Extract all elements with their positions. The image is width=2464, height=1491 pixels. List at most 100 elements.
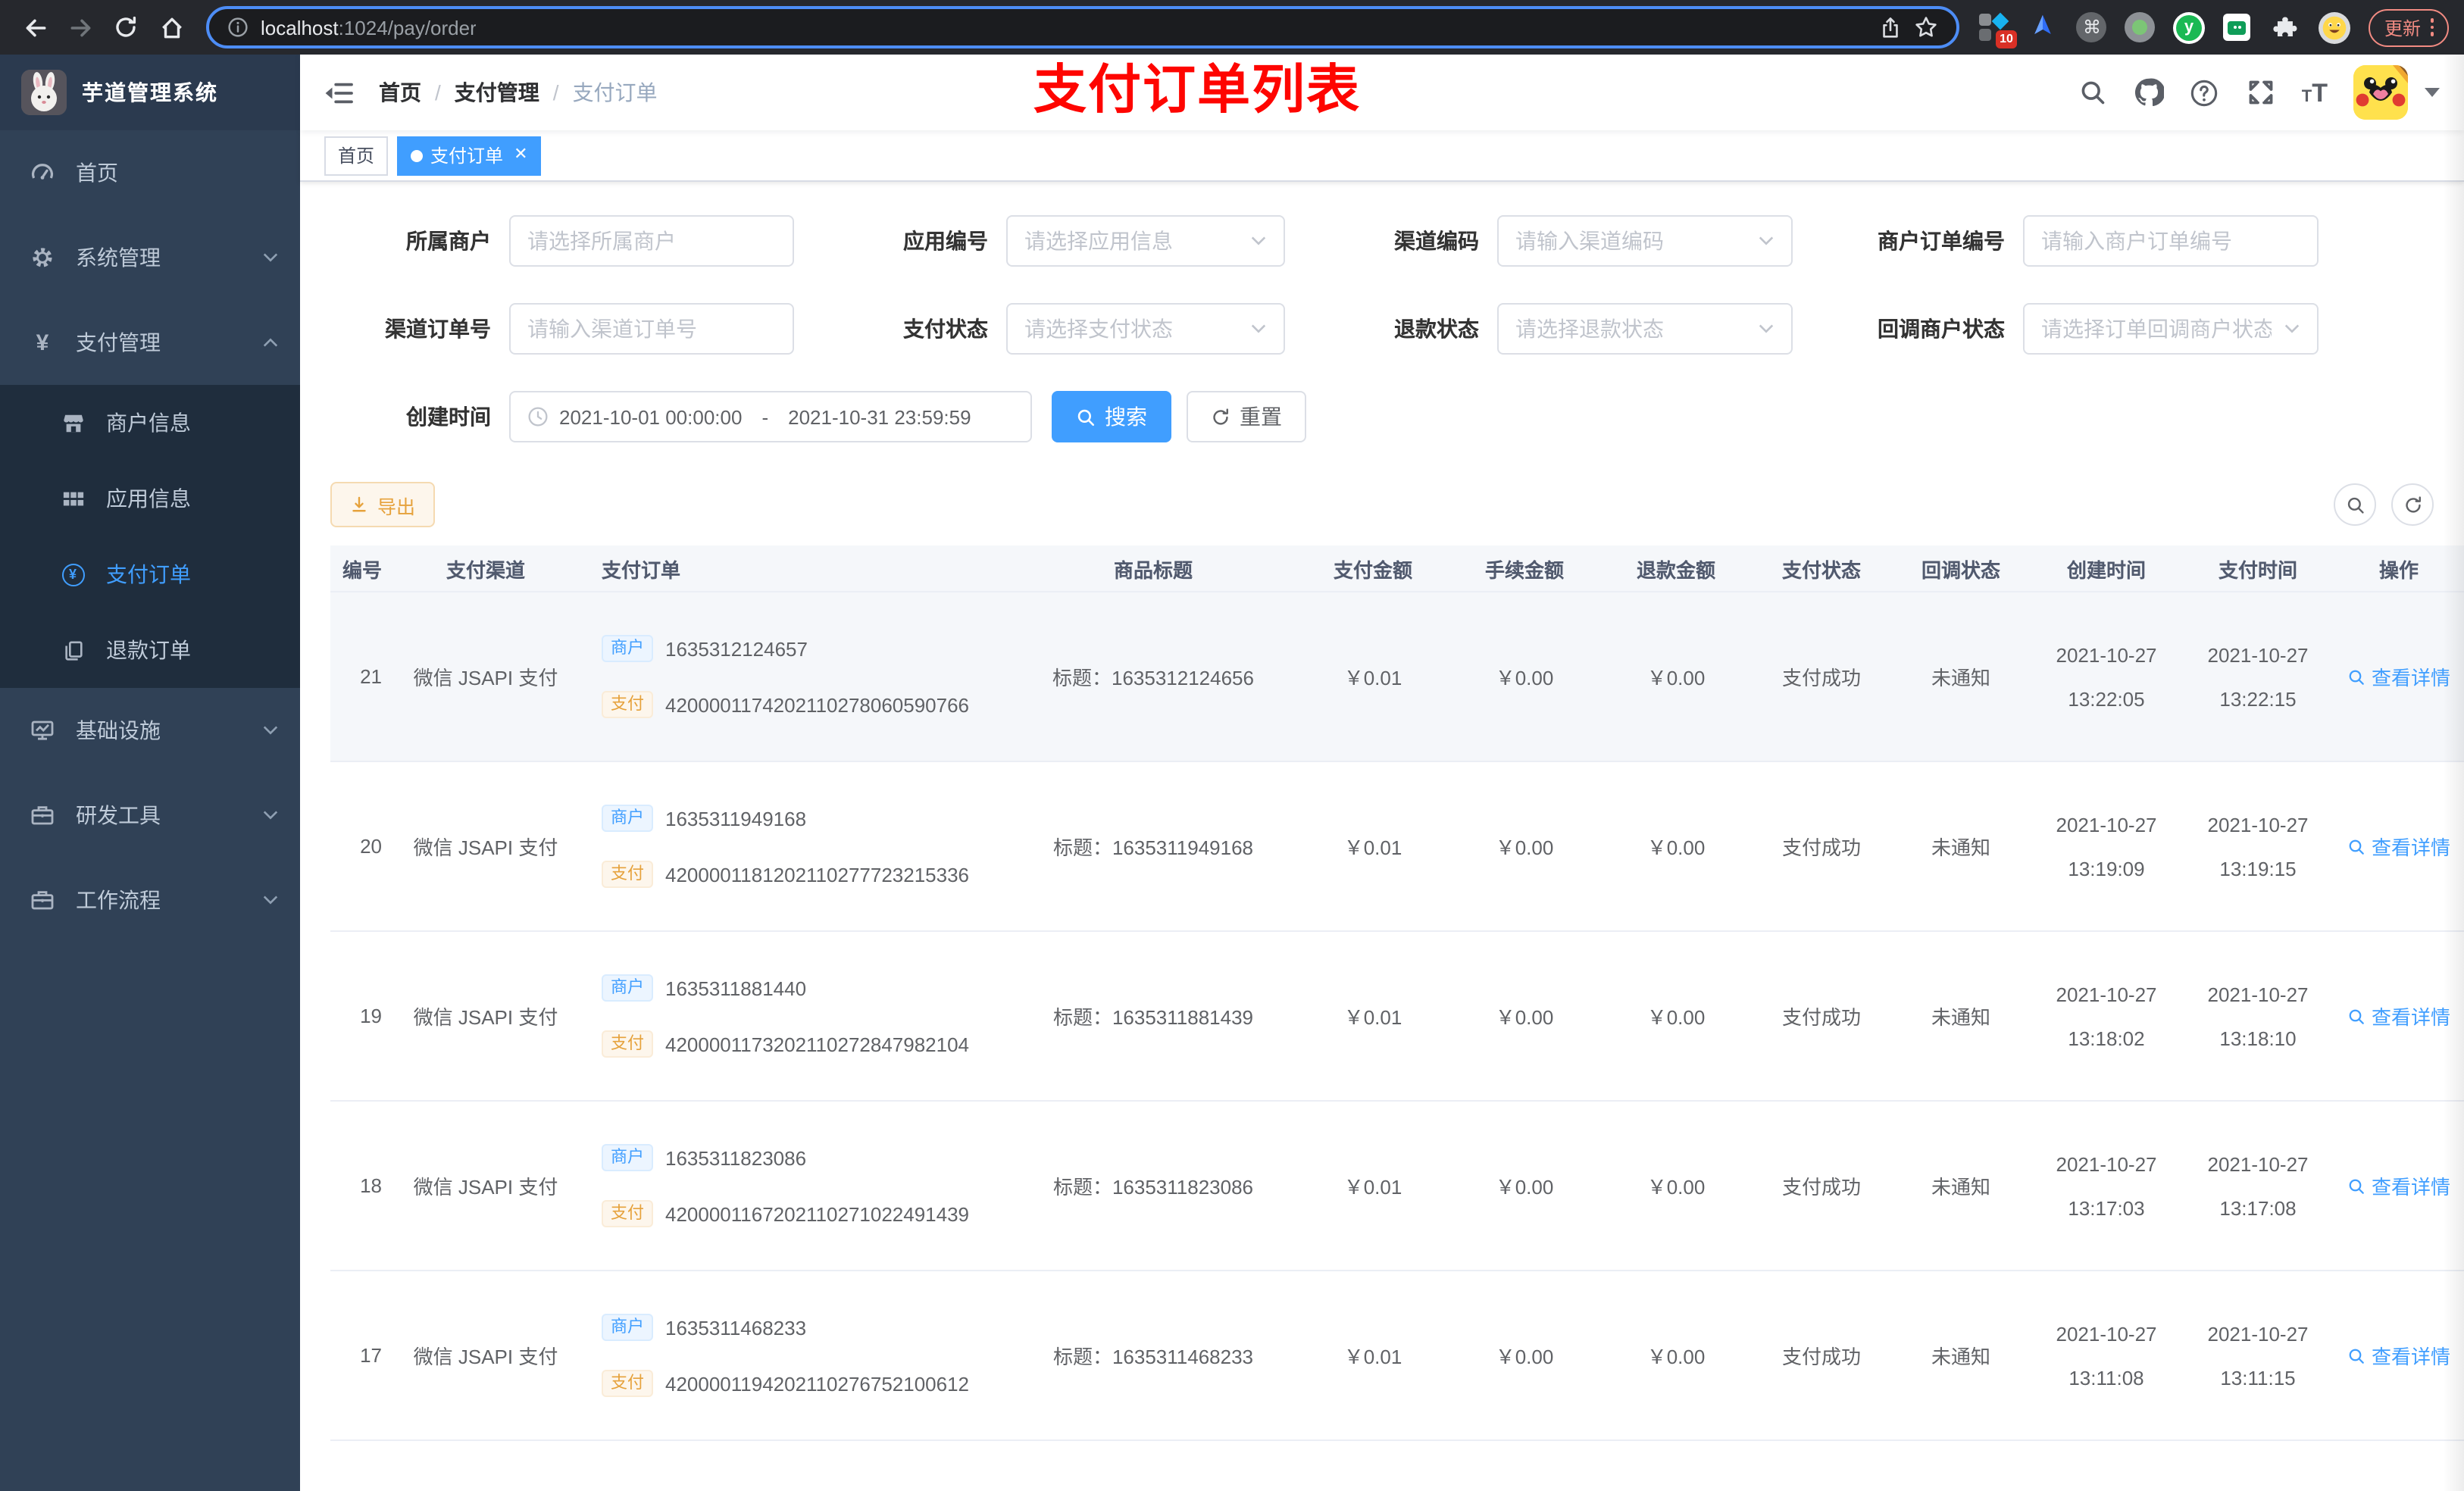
breadcrumb-home[interactable]: 首页 [379,77,421,108]
cell-refund: ￥0.00 [1646,1346,1706,1368]
extension-record-icon[interactable] [2124,11,2157,44]
sidebar: 芋道管理系统 首页 系统管理 ¥ 支付管理 商户信息 应用信息 ¥ 支付订单 退… [0,55,300,1491]
sidebar-item-refund-order[interactable]: 退款订单 [0,612,300,688]
col-order: 支付订单 [602,558,681,581]
sidebar-item-dev-tools[interactable]: 研发工具 [0,773,300,858]
sidebar-item-label: 系统管理 [76,245,161,270]
cell-create-time: 2021-10-27 13:22:05 [2056,643,2157,710]
date-start[interactable]: 2021-10-01 00:00:00 [559,405,742,428]
cell-channel: 微信 JSAPI 支付 [413,836,558,859]
sidebar-logo[interactable]: 芋道管理系统 [0,55,300,130]
sidebar-item-app-info[interactable]: 应用信息 [0,461,300,536]
toolbar-refresh-icon[interactable] [2391,483,2434,526]
extension-y-icon[interactable]: y [2172,11,2206,44]
channel-order-no-input[interactable] [509,303,794,355]
pay-tag: 支付 [602,1370,653,1397]
browser-update-button[interactable]: 更新 [2369,8,2449,46]
channel-order-no-field[interactable] [527,317,776,341]
col-create-time: 创建时间 [2066,558,2146,581]
filter-label: 商户订单编号 [1878,229,2005,253]
app-select[interactable]: 请选择应用信息 [1006,215,1285,267]
sidebar-item-system[interactable]: 系统管理 [0,215,300,300]
browser-profile-avatar[interactable] [2318,11,2351,44]
table-row-partial[interactable]: 商户1635311251736 [330,1441,2464,1491]
tag-pay-order[interactable]: 支付订单 ✕ [397,136,542,175]
callback-status-select[interactable]: 请选择订单回调商户状态 [2023,303,2319,355]
create-time-range-picker[interactable]: 2021-10-01 00:00:00 - 2021-10-31 23:59:5… [509,391,1032,442]
avatar-caret-icon[interactable] [2425,88,2440,97]
merchant-order-no-field[interactable] [2041,229,2300,253]
view-detail-link[interactable]: 查看详情 [2347,662,2450,691]
cell-id: 18 [360,1174,382,1197]
cell-order: 商户 1635311949168 支付 4200001181202110277723… [580,805,1009,888]
table-row[interactable]: 17 微信 JSAPI 支付 商户 1635311468233 支付 4200001… [330,1271,2464,1441]
cell-title: 标题：1635311468233 [1052,1346,1254,1368]
sidebar-item-home[interactable]: 首页 [0,130,300,215]
dashboard-icon [30,161,55,185]
sidebar-item-infrastructure[interactable]: 基础设施 [0,688,300,773]
channel-code-select[interactable]: 请输入渠道编码 [1497,215,1793,267]
table-row[interactable]: 21 微信 JSAPI 支付 商户 1635312124657 支付 4200001… [330,592,2464,762]
pay-status-select[interactable]: 请选择支付状态 [1006,303,1285,355]
merchant-tag: 商户 [602,805,653,832]
sidebar-item-label: 退款订单 [106,638,191,662]
extensions-puzzle-icon[interactable] [2269,11,2303,44]
sidebar-item-label: 基础设施 [76,718,161,742]
cell-create-time: 2021-10-27 13:19:09 [2056,813,2157,880]
view-detail-link[interactable]: 查看详情 [2347,832,2450,861]
share-icon[interactable] [1880,16,1903,39]
help-icon[interactable] [2190,77,2220,108]
view-detail-link[interactable]: 查看详情 [2347,1171,2450,1200]
merchant-input-field[interactable] [527,229,776,253]
home-icon[interactable] [152,8,191,47]
extension-chat-icon[interactable] [2221,11,2254,44]
sidebar-item-workflow[interactable]: 工作流程 [0,858,300,942]
tag-home[interactable]: 首页 [324,136,389,175]
col-fee: 手续金额 [1484,558,1564,581]
back-icon[interactable] [15,8,55,47]
gear-icon [30,245,55,270]
chevron-down-icon [1758,323,1775,335]
github-icon[interactable] [2134,77,2164,108]
sidebar-item-pay-order[interactable]: ¥ 支付订单 [0,536,300,612]
tag-close-icon[interactable]: ✕ [514,146,527,164]
merchant-input[interactable] [509,215,794,267]
sidebar-collapse-icon[interactable] [324,77,355,108]
sidebar-item-merchant-info[interactable]: 商户信息 [0,385,300,461]
toolbar-search-toggle-icon[interactable] [2334,483,2376,526]
merchant-order-no-input[interactable] [2023,215,2319,267]
user-avatar[interactable] [2353,65,2408,120]
reload-icon[interactable] [106,8,145,47]
view-detail-link[interactable]: 查看详情 [2347,1341,2450,1370]
export-button[interactable]: 导出 [330,482,436,527]
search-button[interactable]: 搜索 [1052,391,1171,442]
table-row[interactable]: 19 微信 JSAPI 支付 商户 1635311881440 支付 4200001… [330,932,2464,1102]
cell-order: 商户 1635312124657 支付 4200001174202110278060… [580,635,1009,718]
fullscreen-icon[interactable] [2246,77,2276,108]
bookmark-star-icon[interactable] [1915,15,1939,39]
url-bar[interactable]: localhost:1024/pay/order [206,6,1960,48]
pay-tag: 支付 [602,691,653,718]
tags-view-bar: 首页 支付订单 ✕ [300,130,2464,182]
table-row[interactable]: 20 微信 JSAPI 支付 商户 1635311949168 支付 4200001… [330,762,2464,932]
view-detail-link[interactable]: 查看详情 [2347,1002,2450,1030]
url-text: localhost:1024/pay/order [261,16,477,39]
extension-tabs-icon[interactable]: 10 [1978,11,2018,48]
header-search-icon[interactable] [2078,77,2108,108]
breadcrumb-payment[interactable]: 支付管理 [455,77,539,108]
sidebar-item-payment[interactable]: ¥ 支付管理 [0,300,300,385]
site-info-icon[interactable] [227,17,249,38]
browser-menu-icon[interactable] [2430,18,2434,36]
refund-status-select[interactable]: 请选择退款状态 [1497,303,1793,355]
table-row[interactable]: 18 微信 JSAPI 支付 商户 1635311823086 支付 4200001… [330,1102,2464,1271]
font-size-icon[interactable]: TT [2302,80,2328,105]
col-amount: 支付金额 [1333,558,1412,581]
monitor-icon [30,718,55,742]
reset-button[interactable]: 重置 [1187,391,1306,442]
col-channel: 支付渠道 [446,558,525,581]
date-end[interactable]: 2021-10-31 23:59:59 [788,405,971,428]
extension-command-icon[interactable]: ⌘ [2075,11,2109,44]
forward-icon[interactable] [61,8,100,47]
extension-kite-icon[interactable] [2027,11,2060,44]
filter-channel-code: 渠道编码 请输入渠道编码 [1318,215,1793,267]
